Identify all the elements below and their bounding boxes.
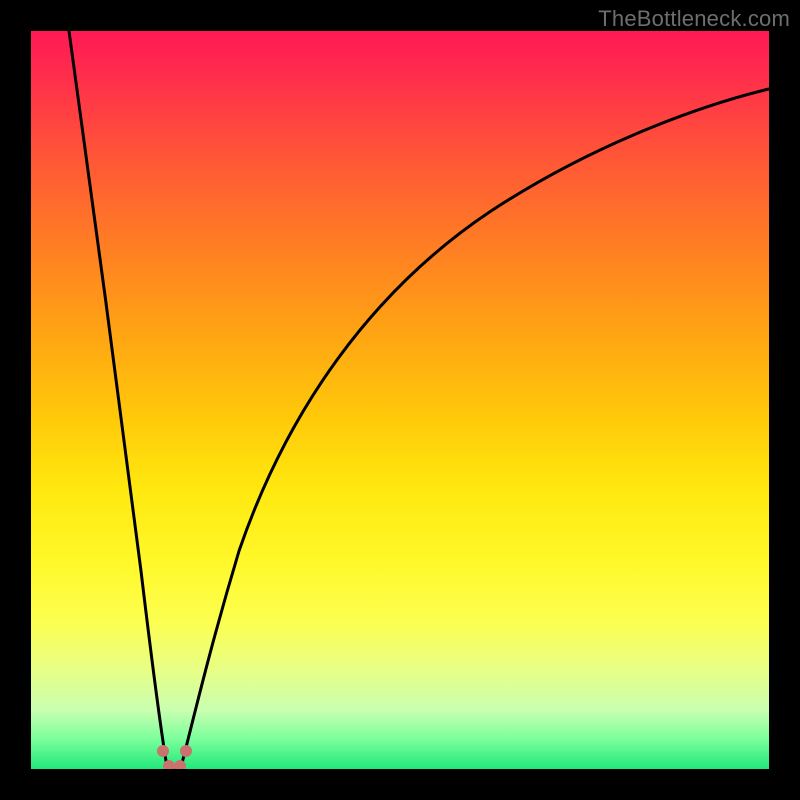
background-gradient — [31, 31, 769, 769]
watermark-text: TheBottleneck.com — [598, 6, 790, 32]
chart-frame: TheBottleneck.com — [0, 0, 800, 800]
plot-area — [31, 31, 769, 769]
